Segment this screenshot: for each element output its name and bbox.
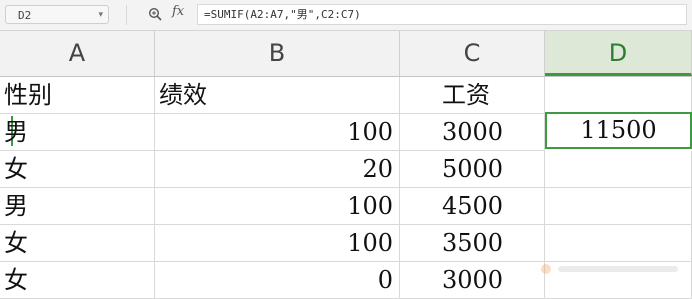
cell-d5[interactable] [545,225,692,262]
cell-c4[interactable]: 4500 [400,188,545,225]
cell-b6[interactable]: 0 [155,262,400,299]
cell-c5[interactable]: 3500 [400,225,545,262]
cell-c3[interactable]: 5000 [400,151,545,188]
cell-a2[interactable]: 男 [0,114,155,151]
cell-c2[interactable]: 3000 [400,114,545,151]
cell-b2[interactable]: 100 [155,114,400,151]
cell-a3[interactable]: 女 [0,151,155,188]
column-header-b[interactable]: B [155,31,400,76]
cell-b4[interactable]: 100 [155,188,400,225]
cell-a4[interactable]: 男 [0,188,155,225]
formula-bar: D2 ▾ fx =SUMIF(A2:A7,"男",C2:C7) [0,0,692,31]
name-box-value: D2 [18,9,32,22]
cell-c6[interactable]: 3000 [400,262,545,299]
cell-d3[interactable] [545,151,692,188]
column-header-a[interactable]: A [0,31,155,76]
divider [126,5,127,25]
cell-b3[interactable]: 20 [155,151,400,188]
fx-icon[interactable]: fx [172,4,184,19]
cell-b5[interactable]: 100 [155,225,400,262]
cell-b1[interactable]: 绩效 [155,77,400,114]
formula-input[interactable]: =SUMIF(A2:A7,"男",C2:C7) [197,4,687,25]
column-header-c[interactable]: C [400,31,545,76]
name-box[interactable]: D2 ▾ [5,5,109,24]
cell-a6[interactable]: 女 [0,262,155,299]
watermark-logo [541,264,678,274]
cell-c1[interactable]: 工资 [400,77,545,114]
cell-a1[interactable]: 性别 [0,77,155,114]
chevron-down-icon[interactable]: ▾ [98,6,103,25]
cell-d1[interactable] [545,77,692,114]
cell-d4[interactable] [545,188,692,225]
cell-a5[interactable]: 女 [0,225,155,262]
column-header-bar: A B C D [0,31,692,77]
selected-cell-d2[interactable]: 11500 [545,112,692,149]
column-header-d[interactable]: D [545,31,692,76]
zoom-icon[interactable] [148,7,162,21]
